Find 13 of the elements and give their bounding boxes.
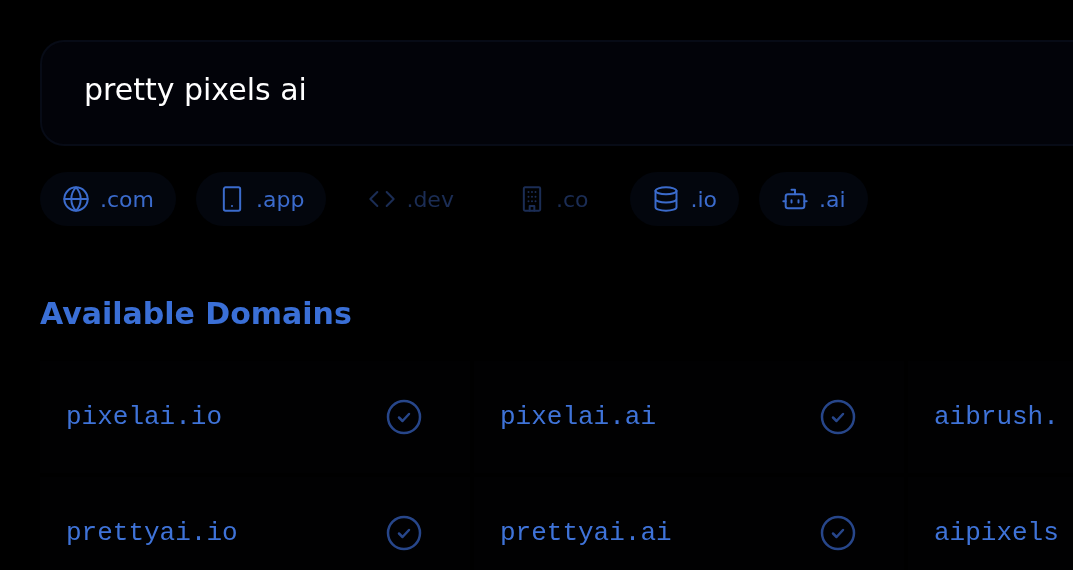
domain-name: pixelai.ai xyxy=(500,402,657,432)
domain-name: prettyai.ai xyxy=(500,518,672,548)
globe-icon xyxy=(62,185,90,213)
extension-chip[interactable]: .app xyxy=(196,172,327,226)
domain-name: aipixels xyxy=(934,518,1059,548)
search-field[interactable]: pretty pixels ai xyxy=(40,40,1073,146)
extension-chip[interactable]: .ai xyxy=(759,172,868,226)
extension-chip[interactable]: .io xyxy=(630,172,740,226)
domain-name: aibrush. xyxy=(934,402,1059,432)
extension-chip[interactable]: .com xyxy=(40,172,176,226)
domain-name: pixelai.io xyxy=(66,402,223,432)
section-heading: Available Domains xyxy=(40,296,353,331)
domain-name: prettyai.io xyxy=(66,518,238,548)
